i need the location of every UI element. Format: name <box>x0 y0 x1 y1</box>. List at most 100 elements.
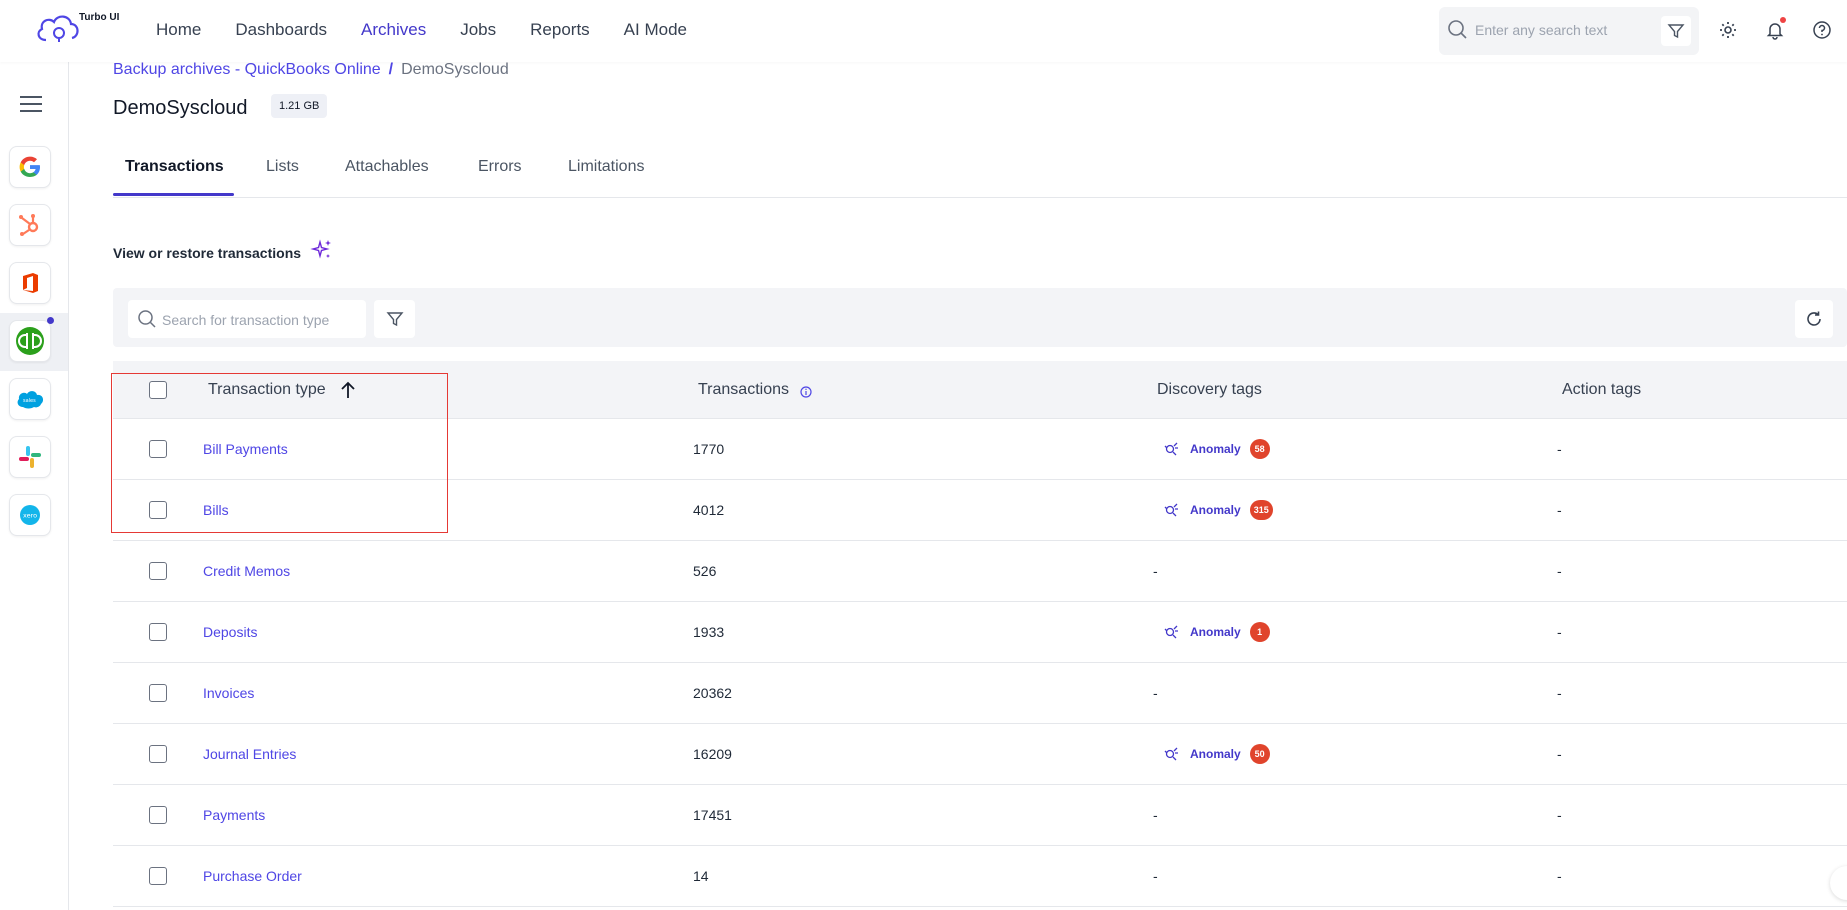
row-checkbox[interactable] <box>149 684 167 702</box>
anomaly-icon <box>1164 747 1178 761</box>
table-row[interactable]: Payments 17451 - - <box>113 785 1847 846</box>
row-checkbox[interactable] <box>149 745 167 763</box>
table-header: Transaction type Transactions Discovery … <box>113 361 1847 419</box>
anomaly-count-badge: 58 <box>1249 439 1270 459</box>
quickbooks-icon[interactable] <box>9 320 51 362</box>
row-checkbox[interactable] <box>149 623 167 641</box>
transaction-type-link[interactable]: Bill Payments <box>203 441 288 457</box>
svg-text:sales: sales <box>23 398 36 404</box>
table-row[interactable]: Credit Memos 526 - - <box>113 541 1847 602</box>
notifications-button[interactable] <box>1764 17 1786 41</box>
cloud-logo-icon <box>37 15 79 42</box>
global-filter-button[interactable] <box>1661 16 1691 46</box>
transaction-type-link[interactable]: Journal Entries <box>203 746 296 762</box>
anomaly-icon <box>1164 503 1178 517</box>
transaction-count: 1770 <box>693 441 725 457</box>
xero-icon[interactable]: xero <box>9 494 51 536</box>
nav-archives[interactable]: Archives <box>361 20 426 40</box>
office-icon[interactable] <box>9 262 51 304</box>
action-tag: - <box>1557 441 1562 457</box>
slack-icon[interactable] <box>9 436 51 478</box>
table-row[interactable]: Journal Entries 16209 Anomaly 50 - <box>113 724 1847 785</box>
refresh-button[interactable] <box>1795 300 1833 338</box>
discovery-tag-empty: - <box>1153 685 1158 701</box>
table-filter-button[interactable] <box>374 300 415 338</box>
anomaly-label: Anomaly <box>1190 625 1241 639</box>
table-row[interactable]: Bills 4012 Anomaly 315 - <box>113 480 1847 541</box>
anomaly-tag[interactable]: Anomaly 315 <box>1164 500 1273 520</box>
breadcrumb: Backup archives - QuickBooks Online / Demo… <box>113 61 509 79</box>
tab-lists[interactable]: Lists <box>266 158 299 176</box>
transaction-type-link[interactable]: Payments <box>203 807 265 823</box>
anomaly-label: Anomaly <box>1190 747 1241 761</box>
size-badge: 1.21 GB <box>271 94 328 118</box>
nav-ai-mode[interactable]: AI Mode <box>624 20 687 40</box>
header-transaction-type[interactable]: Transaction type <box>208 381 326 399</box>
global-search-input[interactable]: Enter any search text <box>1475 22 1607 38</box>
row-checkbox[interactable] <box>149 440 167 458</box>
header-transactions[interactable]: Transactions <box>698 381 789 399</box>
row-checkbox[interactable] <box>149 501 167 519</box>
sort-asc-icon[interactable] <box>339 380 357 405</box>
hubspot-icon[interactable] <box>9 204 51 246</box>
tab-attachables[interactable]: Attachables <box>345 158 429 176</box>
anomaly-icon <box>1164 442 1178 456</box>
google-icon[interactable] <box>9 146 51 188</box>
help-icon <box>1813 21 1831 39</box>
logo-text: Turbo UI <box>79 12 120 23</box>
row-checkbox[interactable] <box>149 562 167 580</box>
global-search[interactable]: Enter any search text <box>1439 7 1699 55</box>
action-tag: - <box>1557 685 1562 701</box>
table-body: Bill Payments 1770 Anomaly 58 - Bills 4012 Anom… <box>113 419 1847 907</box>
table-row[interactable]: Bill Payments 1770 Anomaly 58 - <box>113 419 1847 480</box>
transaction-type-link[interactable]: Invoices <box>203 685 254 701</box>
tab-errors[interactable]: Errors <box>478 158 522 176</box>
page-title: DemoSyscloud <box>113 97 248 119</box>
anomaly-tag[interactable]: Anomaly 1 <box>1164 622 1270 642</box>
bell-icon <box>1766 23 1784 40</box>
refresh-icon <box>1807 311 1821 326</box>
anomaly-tag[interactable]: Anomaly 58 <box>1164 439 1270 459</box>
nav-home[interactable]: Home <box>156 20 201 40</box>
transaction-type-link[interactable]: Bills <box>203 502 229 518</box>
transaction-type-link[interactable]: Deposits <box>203 624 257 640</box>
nav-dashboards[interactable]: Dashboards <box>235 20 327 40</box>
breadcrumb-archives-link[interactable]: Backup archives - QuickBooks Online <box>113 61 381 78</box>
row-checkbox[interactable] <box>149 806 167 824</box>
header-action-tags: Action tags <box>1562 381 1642 398</box>
transaction-type-link[interactable]: Purchase Order <box>203 868 302 884</box>
menu-toggle-icon[interactable] <box>20 96 42 117</box>
transaction-type-link[interactable]: Credit Memos <box>203 563 290 579</box>
nav-reports[interactable]: Reports <box>530 20 590 40</box>
nav-jobs[interactable]: Jobs <box>460 20 496 40</box>
table-row[interactable]: Invoices 20362 - - <box>113 663 1847 724</box>
help-button[interactable] <box>1811 19 1833 41</box>
main-nav: Home Dashboards Archives Jobs Reports AI… <box>156 20 721 40</box>
table-row[interactable]: Deposits 1933 Anomaly 1 - <box>113 602 1847 663</box>
anomaly-count-badge: 50 <box>1249 744 1270 764</box>
transaction-search-input[interactable]: Search for transaction type <box>162 312 329 328</box>
settings-button[interactable] <box>1717 19 1739 41</box>
discovery-tag-empty: - <box>1153 807 1158 823</box>
anomaly-tag[interactable]: Anomaly 50 <box>1164 744 1270 764</box>
select-all-checkbox[interactable] <box>149 381 167 399</box>
ai-sparkle-icon[interactable] <box>310 238 334 267</box>
salesforce-icon[interactable]: sales <box>9 378 51 420</box>
anomaly-count-badge: 315 <box>1249 500 1273 520</box>
row-checkbox[interactable] <box>149 867 167 885</box>
table-row[interactable]: Purchase Order 14 - - <box>113 846 1847 907</box>
tab-transactions[interactable]: Transactions <box>125 158 224 176</box>
action-tag: - <box>1557 746 1562 762</box>
discovery-tag-empty: - <box>1153 868 1158 884</box>
anomaly-label: Anomaly <box>1190 442 1241 456</box>
gear-icon <box>1720 22 1736 38</box>
tab-limitations[interactable]: Limitations <box>568 158 644 176</box>
top-navbar: Turbo UI Home Dashboards Archives Jobs R… <box>0 0 1847 62</box>
info-icon[interactable] <box>800 385 812 403</box>
filter-icon <box>385 312 404 327</box>
action-tag: - <box>1557 563 1562 579</box>
transaction-search[interactable]: Search for transaction type <box>128 300 366 338</box>
breadcrumb-current: DemoSyscloud <box>401 61 509 78</box>
active-tab-underline <box>113 193 234 196</box>
app-sidebar: sales xero <box>0 62 69 910</box>
